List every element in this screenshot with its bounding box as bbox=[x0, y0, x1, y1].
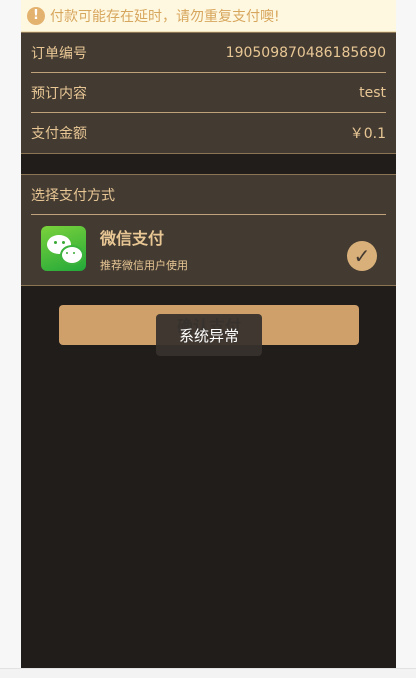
wechat-pay-description: 推荐微信用户使用 bbox=[100, 258, 188, 272]
order-number-row: 订单编号 190509870486185690 bbox=[31, 33, 386, 73]
wechat-pay-text: 微信支付 推荐微信用户使用 bbox=[100, 225, 188, 273]
order-number-value: 190509870486185690 bbox=[225, 44, 386, 61]
error-toast: 系统异常 bbox=[156, 314, 262, 356]
order-info-panel: 订单编号 190509870486185690 预订内容 test 支付金额 ￥… bbox=[21, 32, 396, 154]
section-divider bbox=[21, 154, 396, 174]
payment-method-panel: 选择支付方式 微信支付 推荐微信用户使用 ✓ bbox=[21, 174, 396, 286]
notice-text: 付款可能存在延时，请勿重复支付噢! bbox=[50, 8, 280, 25]
payment-page: ! 付款可能存在延时，请勿重复支付噢! 订单编号 190509870486185… bbox=[21, 0, 396, 668]
payment-amount-label: 支付金额 bbox=[31, 125, 87, 142]
booking-content-label: 预订内容 bbox=[31, 85, 87, 102]
payment-amount-row: 支付金额 ￥0.1 bbox=[31, 113, 386, 152]
checkmark-icon: ✓ bbox=[347, 241, 377, 271]
wechat-icon bbox=[41, 226, 86, 271]
booking-content-row: 预订内容 test bbox=[31, 73, 386, 113]
notice-bar: ! 付款可能存在延时，请勿重复支付噢! bbox=[21, 0, 396, 32]
booking-content-value: test bbox=[359, 84, 386, 101]
payment-method-title: 选择支付方式 bbox=[31, 175, 386, 215]
wechat-pay-name: 微信支付 bbox=[100, 228, 165, 248]
wechat-pay-option[interactable]: 微信支付 推荐微信用户使用 ✓ bbox=[21, 215, 396, 286]
warning-icon: ! bbox=[27, 6, 45, 25]
payment-amount-value: ￥0.1 bbox=[349, 125, 386, 142]
order-number-label: 订单编号 bbox=[31, 45, 87, 62]
